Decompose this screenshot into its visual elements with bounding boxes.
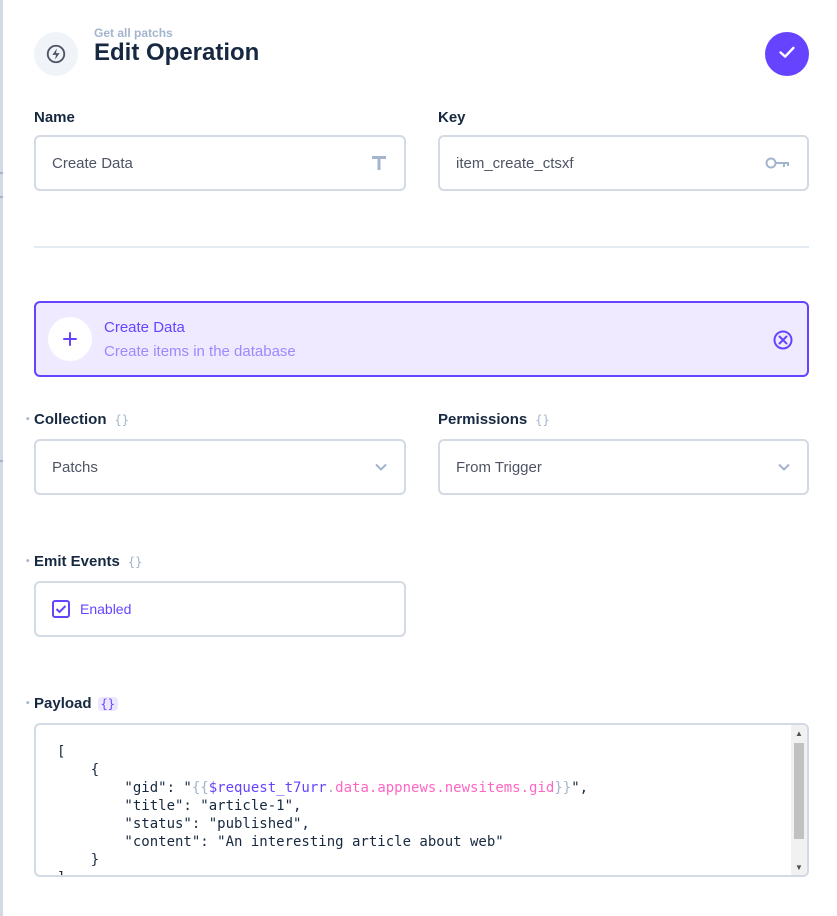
operation-type-card[interactable]: Create Data Create items in the database [34,301,809,377]
scroll-thumb[interactable] [794,743,804,839]
chevron-down-icon [374,460,388,474]
name-input[interactable]: Create Data [34,135,406,191]
payload-code[interactable]: [ { "gid": "{{$request_t7urr.data.appnew… [57,743,588,875]
code-scrollbar[interactable]: ▲ ▼ [791,725,807,875]
key-input-value: item_create_ctsxf [456,154,574,172]
bolt-icon [34,32,78,76]
collection-select-value: Patchs [52,458,98,476]
drawer-header: Get all patchs Edit Operation [34,26,809,86]
raw-value-toggle[interactable]: {} [535,413,549,427]
required-dot: • [26,698,30,709]
permissions-select-value: From Trigger [456,458,542,476]
edge-tick [0,460,3,462]
name-label: Name [34,109,75,126]
checkbox-checked-icon[interactable] [52,600,70,618]
plus-icon [48,317,92,361]
raw-value-toggle[interactable]: {} [97,696,118,711]
collection-label: • Collection {} [26,411,129,428]
required-dot: • [26,556,30,567]
payload-label: • Payload {} [26,695,118,712]
payload-code-editor[interactable]: [ { "gid": "{{$request_t7urr.data.appnew… [34,723,809,877]
collection-label-text: Collection [34,411,107,428]
check-icon [776,41,798,68]
name-label-text: Name [34,109,75,126]
scroll-up-arrow-icon[interactable]: ▲ [791,725,807,741]
left-panel-edge [0,0,3,916]
raw-value-toggle[interactable]: {} [115,413,129,427]
permissions-label: Permissions {} [438,411,550,428]
emit-events-label-text: Emit Events [34,553,120,570]
page-title: Edit Operation [94,39,260,66]
text-type-icon [370,154,388,172]
key-label-text: Key [438,109,466,126]
name-input-value: Create Data [52,154,133,172]
raw-value-toggle[interactable]: {} [128,555,142,569]
chevron-down-icon [777,460,791,474]
payload-label-text: Payload [34,695,92,712]
close-circle-icon[interactable] [771,328,795,352]
checkbox-label: Enabled [80,601,132,617]
edge-tick [0,172,3,174]
key-label: Key [438,109,466,126]
key-icon [765,156,791,170]
edge-tick [0,196,3,198]
section-divider [34,246,809,248]
operation-subtitle: Create items in the database [104,343,296,360]
scroll-down-arrow-icon[interactable]: ▼ [791,859,807,875]
permissions-select[interactable]: From Trigger [438,439,809,495]
emit-events-checkbox[interactable]: Enabled [34,581,406,637]
operation-title: Create Data [104,319,185,336]
breadcrumb[interactable]: Get all patchs [94,26,173,40]
required-dot: • [26,414,30,425]
save-button[interactable] [765,32,809,76]
emit-events-label: • Emit Events {} [26,553,142,570]
collection-select[interactable]: Patchs [34,439,406,495]
key-input[interactable]: item_create_ctsxf [438,135,809,191]
permissions-label-text: Permissions [438,411,528,428]
